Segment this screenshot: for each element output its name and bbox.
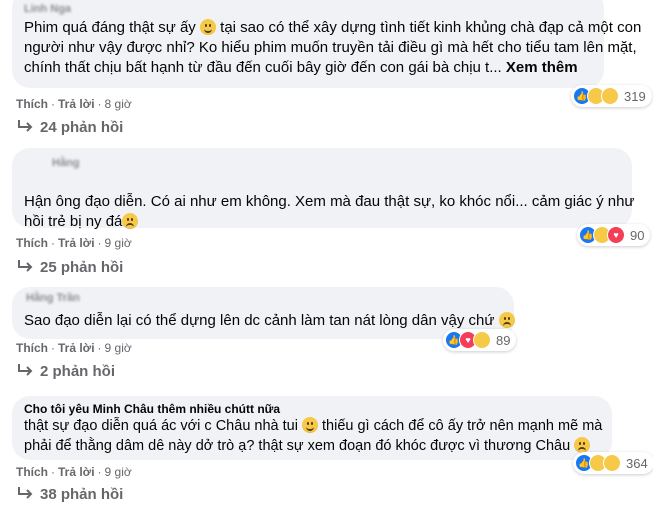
sad-emoji-icon [574, 437, 591, 453]
reaction-count: 364 [626, 455, 648, 471]
comment-time[interactable]: 9 giờ [105, 465, 132, 479]
comment-actions: Thích · Trả lời · 9 giờ [16, 465, 132, 479]
reaction-summary[interactable]: 👍 364 [573, 452, 653, 474]
comment-author[interactable]: Cho tôi yêu Minh Châu thêm nhiều chútt n… [24, 402, 280, 416]
comment-text-line: phải để thằng dâm dê này dở trò ạ? thật … [24, 436, 591, 456]
haha-reaction-icon [603, 454, 621, 472]
reply-arrow-icon [18, 487, 33, 499]
like-button[interactable]: Thích [16, 465, 48, 479]
comment-text-line: thật sự đạo diễn quá ác với c Châu nhà t… [24, 417, 603, 434]
reply-button[interactable]: Trả lời [58, 465, 95, 479]
comment-bubble: Cho tôi yêu Minh Châu thêm nhiều chútt n… [12, 396, 612, 460]
smile-emoji-icon [301, 417, 318, 433]
comment-4: Cho tôi yêu Minh Châu thêm nhiều chútt n… [0, 0, 653, 505]
view-replies-button[interactable]: 38 phản hồi [16, 486, 123, 503]
